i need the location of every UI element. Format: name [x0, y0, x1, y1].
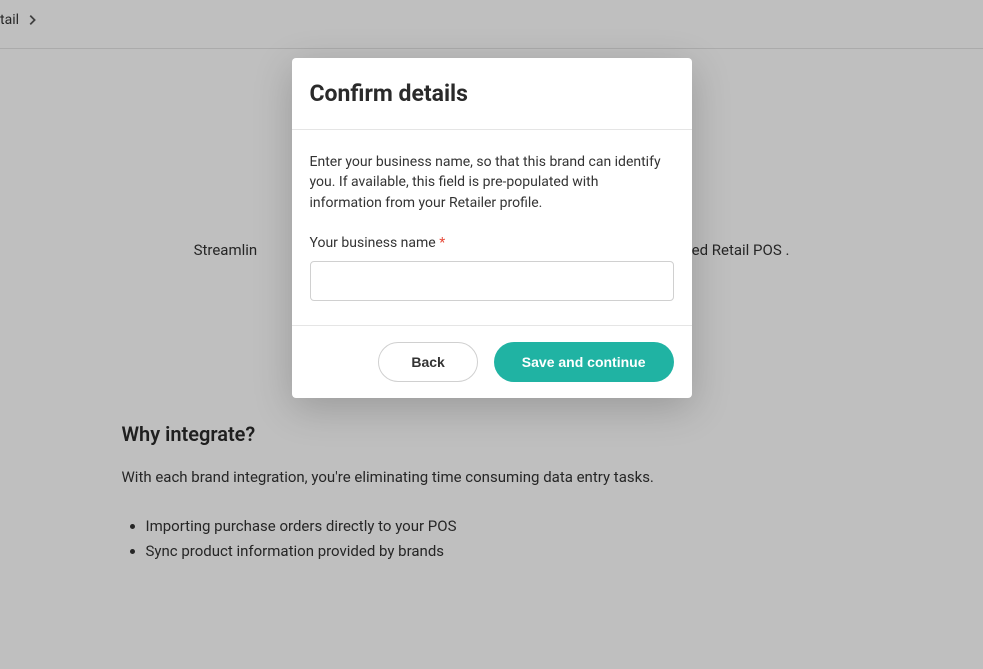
modal-title: Confirm details	[310, 80, 674, 107]
modal-header: Confirm details	[292, 58, 692, 130]
modal-overlay[interactable]: Confirm details Enter your business name…	[0, 0, 983, 669]
business-name-label: Your business name *	[310, 235, 674, 251]
back-button[interactable]: Back	[378, 342, 477, 382]
business-name-input[interactable]	[310, 261, 674, 301]
confirm-details-modal: Confirm details Enter your business name…	[292, 58, 692, 398]
save-continue-button[interactable]: Save and continue	[494, 342, 674, 382]
modal-description: Enter your business name, so that this b…	[310, 152, 674, 213]
required-asterisk: *	[439, 235, 445, 251]
modal-footer: Back Save and continue	[292, 325, 692, 398]
modal-body: Enter your business name, so that this b…	[292, 130, 692, 325]
